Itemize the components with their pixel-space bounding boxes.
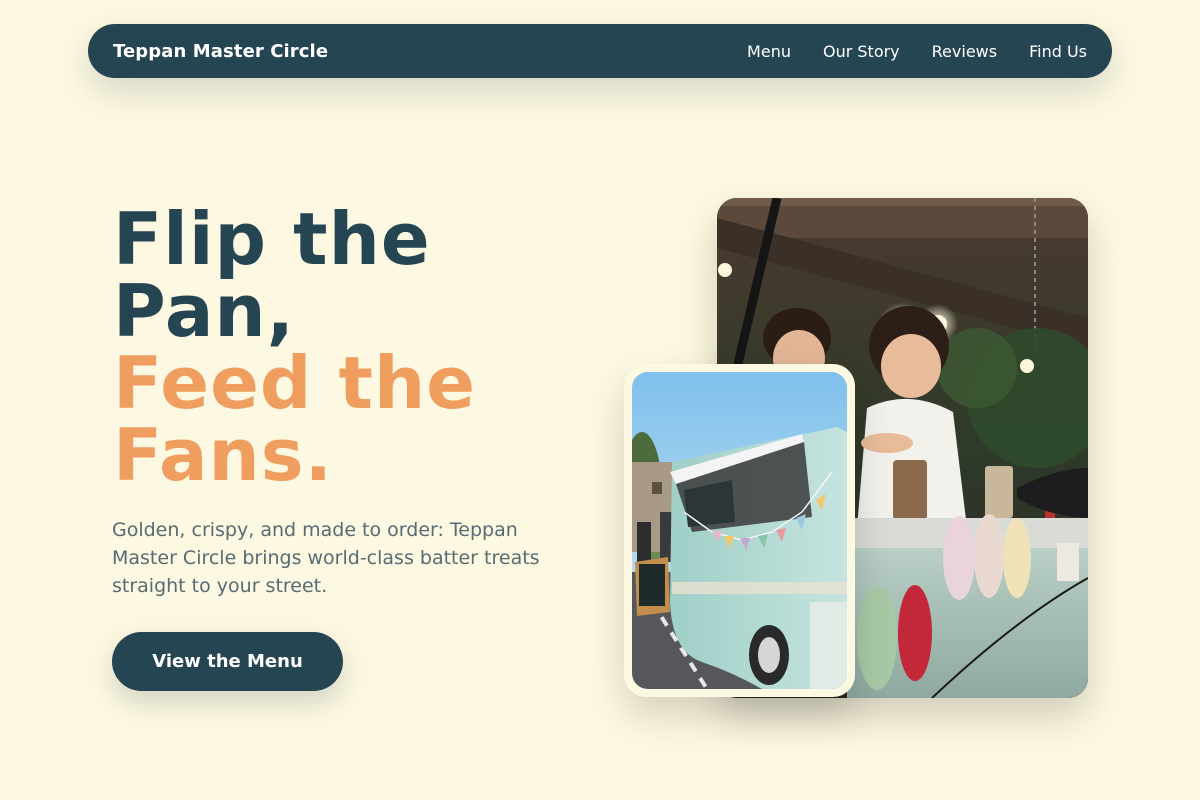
hero-title: Flip the Pan, Feed the Fans.	[113, 203, 583, 491]
nav-link-find-us[interactable]: Find Us	[1029, 42, 1087, 61]
brand-logo-text[interactable]: Teppan Master Circle	[113, 41, 328, 62]
camper-van-illustration	[632, 372, 847, 689]
landing-page: Teppan Master Circle Menu Our Story Revi…	[0, 0, 1200, 800]
hero-title-line-4: Fans.	[113, 413, 334, 497]
hero-title-line-1: Flip the	[113, 197, 431, 281]
hero-description: Golden, crispy, and made to order: Teppa…	[112, 519, 540, 597]
secondary-photo-frame	[624, 364, 855, 697]
camper-van-food-truck-photo	[632, 372, 847, 689]
nav-link-menu[interactable]: Menu	[747, 42, 791, 61]
view-menu-button[interactable]: View the Menu	[112, 632, 343, 691]
nav-links: Menu Our Story Reviews Find Us	[747, 42, 1087, 61]
navbar: Teppan Master Circle Menu Our Story Revi…	[88, 24, 1112, 78]
hero-title-line-3: Feed the	[113, 341, 477, 425]
hero-title-line-2: Pan,	[113, 269, 296, 353]
nav-link-our-story[interactable]: Our Story	[823, 42, 900, 61]
nav-link-reviews[interactable]: Reviews	[932, 42, 997, 61]
